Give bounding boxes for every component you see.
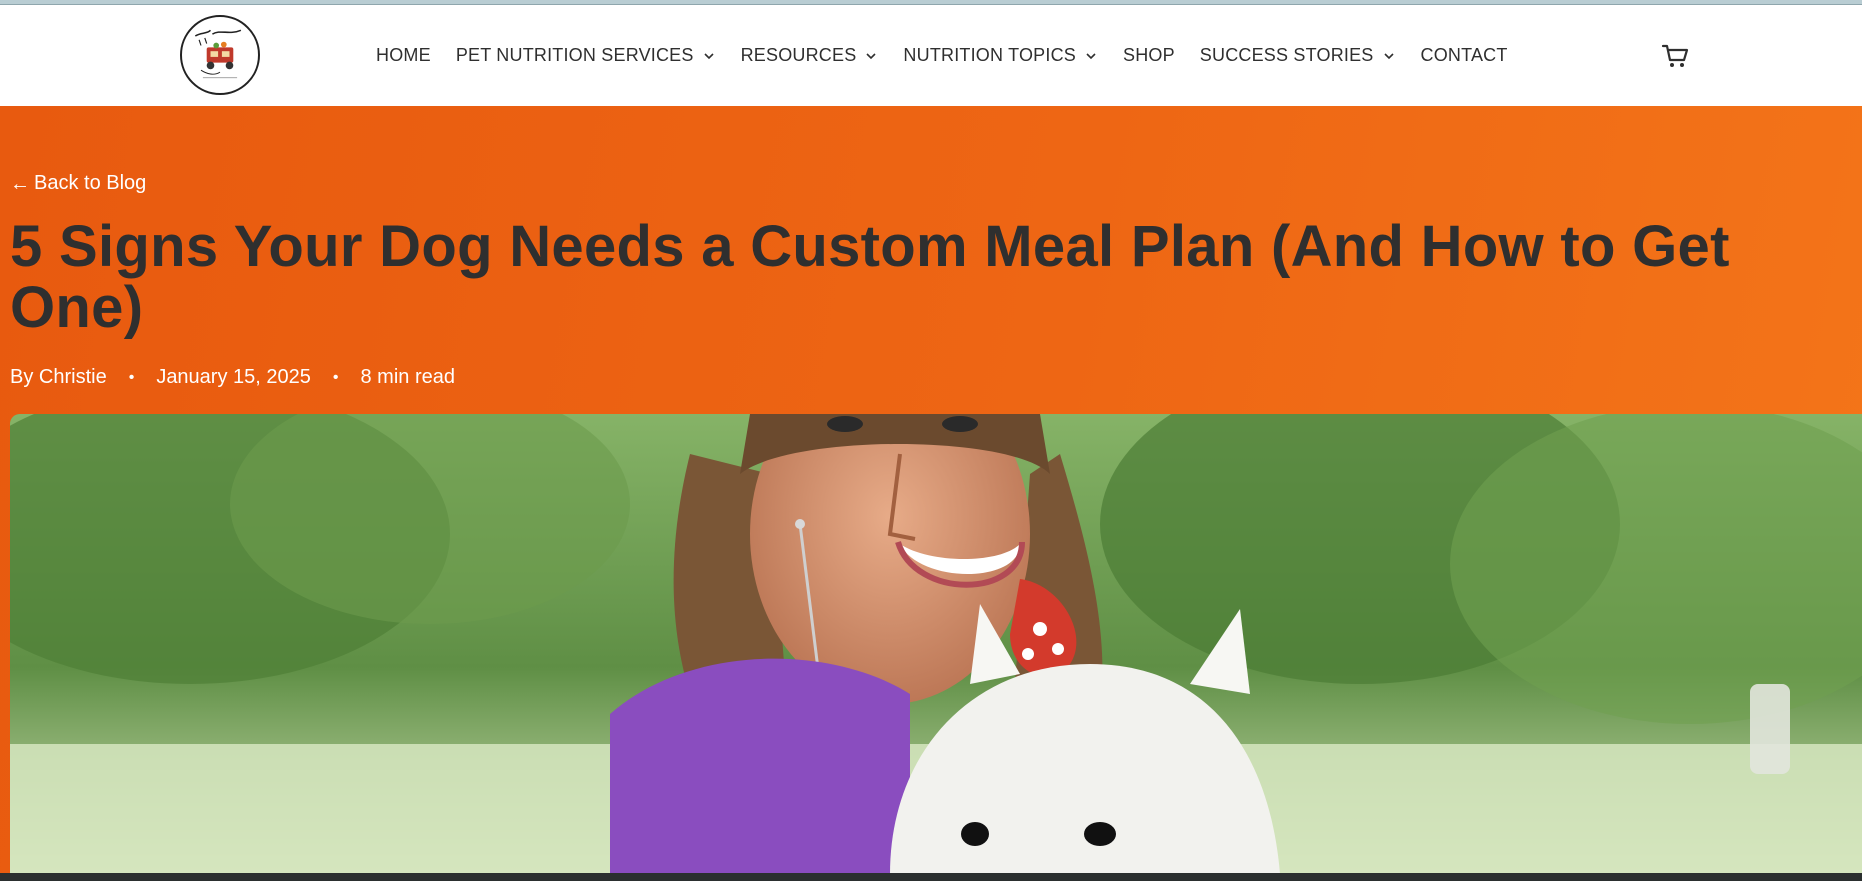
nav-contact-label: CONTACT	[1420, 45, 1508, 65]
chevron-down-icon	[864, 49, 878, 63]
waggin-meals-logo-image	[194, 29, 242, 79]
meta-separator: •	[332, 368, 339, 386]
nav-resources[interactable]: RESOURCES	[741, 45, 879, 66]
site-logo[interactable]	[180, 15, 260, 95]
back-to-blog-link[interactable]: ← Back to Blog	[10, 172, 146, 195]
shopping-cart-icon[interactable]	[1660, 41, 1690, 71]
nav-pet-nutrition-services[interactable]: PET NUTRITION SERVICES	[456, 45, 716, 66]
nav-shop-label: SHOP	[1122, 45, 1175, 65]
nav-success-stories[interactable]: SUCCESS STORIES	[1200, 45, 1396, 66]
nav-home-label: HOME	[376, 45, 431, 65]
article-author: By Christie	[10, 366, 107, 388]
nav-nutrition-topics[interactable]: NUTRITION TOPICS	[903, 45, 1098, 66]
browser-bottom-bar	[0, 873, 1862, 881]
back-to-blog-label: Back to Blog	[34, 172, 147, 194]
chevron-down-icon	[1382, 49, 1396, 63]
article-title: 5 Signs Your Dog Needs a Custom Meal Pla…	[10, 214, 1730, 340]
nav-success-stories-label: SUCCESS STORIES	[1199, 45, 1374, 65]
main-nav: HOME PET NUTRITION SERVICES RESOURCES NU…	[376, 5, 1533, 106]
article-date: January 15, 2025	[156, 366, 311, 388]
site-header: HOME PET NUTRITION SERVICES RESOURCES NU…	[0, 5, 1862, 106]
nav-shop[interactable]: SHOP	[1123, 45, 1175, 66]
nav-home[interactable]: HOME	[376, 45, 431, 66]
article-meta: By Christie • January 15, 2025 • 8 min r…	[10, 366, 455, 389]
nav-contact[interactable]: CONTACT	[1421, 45, 1508, 66]
nav-nutrition-topics-label: NUTRITION TOPICS	[903, 45, 1076, 65]
article-hero-image	[10, 414, 1862, 874]
chevron-down-icon	[702, 49, 716, 63]
nav-resources-label: RESOURCES	[740, 45, 857, 65]
meta-separator: •	[128, 368, 135, 386]
chevron-down-icon	[1084, 49, 1098, 63]
arrow-left-icon: ←	[10, 172, 30, 195]
article-read-time: 8 min read	[360, 366, 455, 388]
nav-pet-nutrition-services-label: PET NUTRITION SERVICES	[455, 45, 694, 65]
